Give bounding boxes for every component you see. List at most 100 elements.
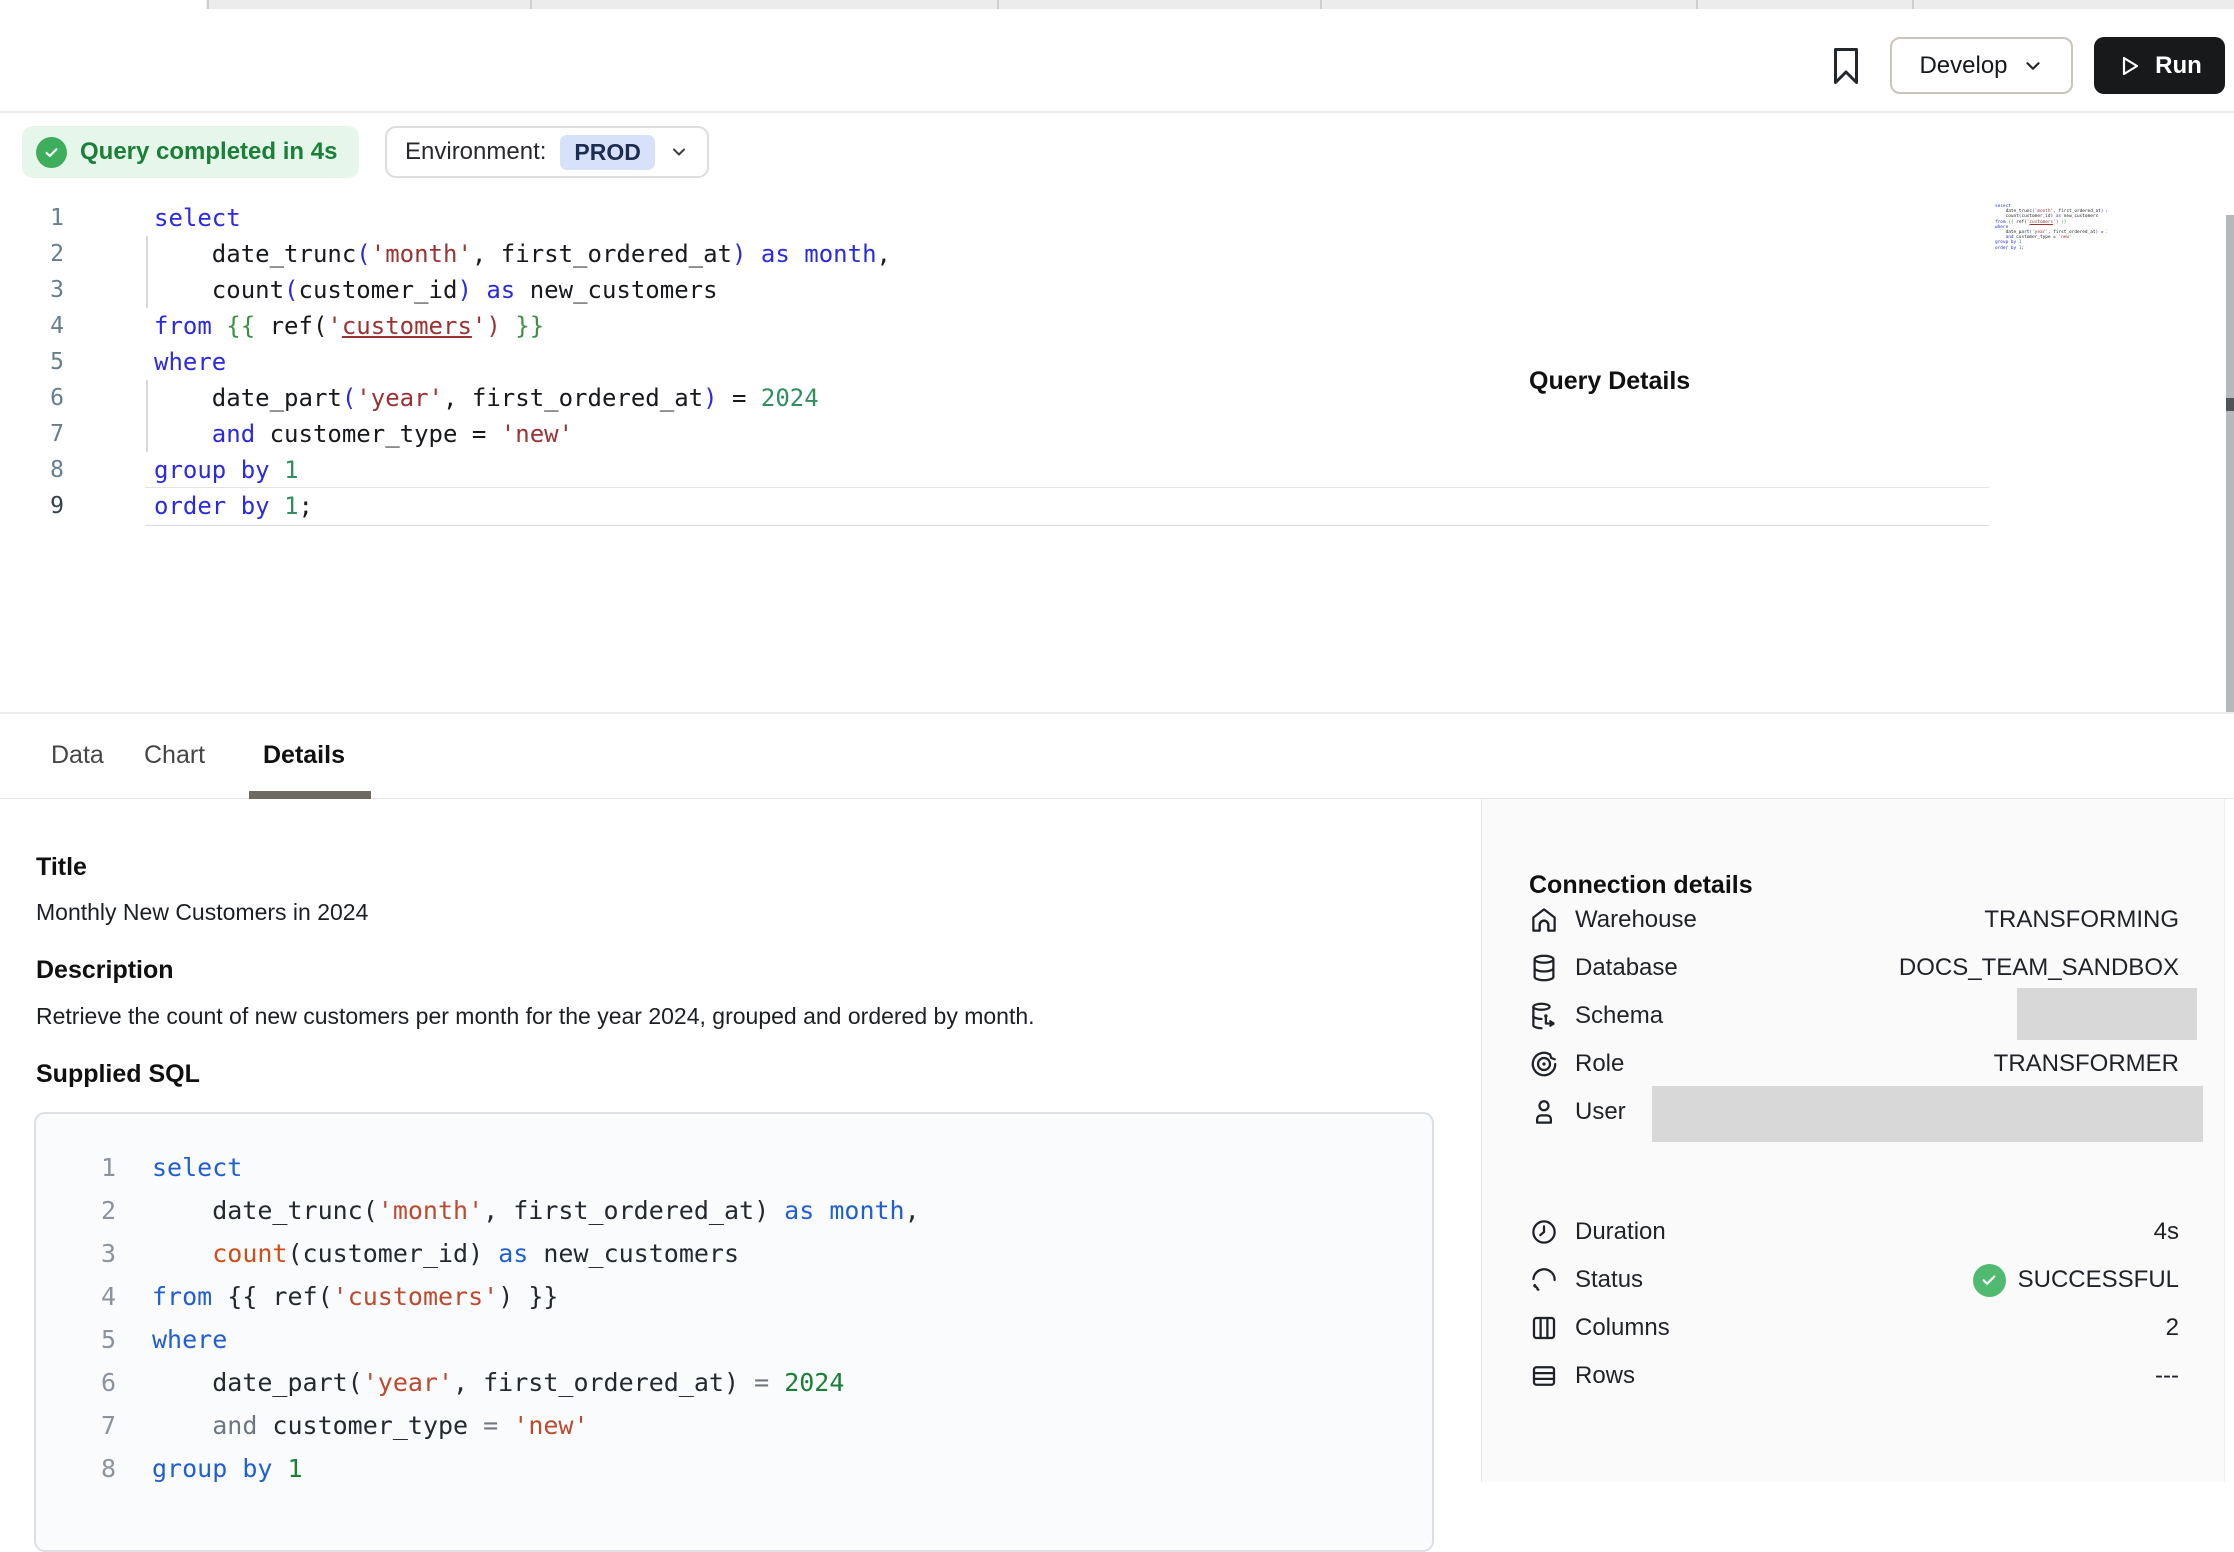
code-line[interactable]: 3 count(customer_id) as new_customers [0,272,1990,308]
code-line: 1select [70,1146,1432,1189]
environment-label: Environment: [405,138,546,166]
code-line[interactable]: 2 date_trunc('month', first_ordered_at) … [0,236,1990,272]
code-line: 9order by 1; [1995,246,2107,251]
line-number: 4 [70,1275,116,1318]
description-heading: Description [36,956,174,985]
row-label: Rows [1575,1362,1635,1390]
query-status-badge: Query completed in 4s [22,126,359,178]
supplied-sql-heading: Supplied SQL [36,1060,200,1089]
tab-separator [207,0,209,9]
environment-selector[interactable]: Environment: PROD [385,126,709,178]
schema-value-redacted [2017,988,2197,1040]
connection-row-database: Database DOCS_TEAM_SANDBOX [1529,944,2179,992]
run-button[interactable]: Run [2094,37,2225,94]
tab-separator [530,0,532,9]
tab-details[interactable]: Details [263,741,345,770]
line-number: 1 [70,1146,116,1189]
scrollbar-thumb[interactable] [2226,398,2234,411]
row-label: Duration [1575,1218,1666,1246]
details-side-panel: Connection details Warehouse TRANSFORMIN… [1481,799,2234,1482]
code-line: 3 count(customer_id) as new_customers [70,1232,1432,1275]
tab-data[interactable]: Data [51,741,104,770]
connection-row-role: Role TRANSFORMER [1529,1040,2179,1088]
line-number: 3 [0,272,64,308]
title-heading: Title [36,853,87,882]
code-line: 4from {{ ref('customers') }} [70,1275,1432,1318]
tab-chart[interactable]: Chart [144,741,205,770]
editor-minimap[interactable]: 1select2 date_trunc('month', first_order… [1995,204,2107,282]
row-label: User [1575,1098,1626,1126]
status-value: SUCCESSFUL [2018,1266,2179,1294]
line-number: 3 [70,1232,116,1275]
query-details-rows: Duration 4s Status SUCCESSFUL Columns [1529,1208,2179,1400]
row-value: 4s [2154,1218,2179,1246]
row-value: 2 [2166,1314,2179,1342]
line-number: 9 [0,488,64,524]
line-number: 5 [0,344,64,380]
code-line[interactable]: 4from {{ ref('customers') }} [0,308,1990,344]
code-line[interactable]: 5where [0,344,1990,380]
editor-scrollbar[interactable] [2226,215,2234,720]
bookmark-icon[interactable] [1828,45,1864,87]
role-icon [1529,1049,1559,1079]
develop-menu-button[interactable]: Develop [1890,37,2073,94]
code-line[interactable]: 1select [0,200,1990,236]
row-label: Status [1575,1266,1643,1294]
query-row-columns: Columns 2 [1529,1304,2179,1352]
code-line: 7 and customer_type = 'new' [70,1404,1432,1447]
code-line[interactable]: 6 date_part('year', first_ordered_at) = … [0,380,1990,416]
line-number: 4 [0,308,64,344]
play-icon [2117,54,2141,78]
row-label: Columns [1575,1314,1670,1342]
line-number: 8 [0,452,64,488]
results-tab-bar: Data Chart Details [0,712,2234,799]
row-label: Role [1575,1050,1624,1078]
code-line[interactable]: 9order by 1; [0,488,1990,524]
supplied-sql-code-block: 1select2 date_trunc('month', first_order… [34,1112,1434,1552]
code-line: 8group by 1 [70,1447,1432,1490]
active-tab-underline [249,791,371,799]
tab-separator [1696,0,1698,9]
title-value: Monthly New Customers in 2024 [36,899,368,926]
code-line: 2 date_trunc('month', first_ordered_at) … [70,1189,1432,1232]
query-row-status: Status SUCCESSFUL [1529,1256,2179,1304]
run-label: Run [2155,52,2202,80]
app-window: { "header": { "develop_label": "Develop"… [0,0,2234,1482]
line-number: 5 [70,1318,116,1361]
code-line: 6 date_part('year', first_ordered_at) = … [70,1361,1432,1404]
query-status-text: Query completed in 4s [80,138,337,166]
right-panel-scroll-gutter [2224,799,2234,1482]
rows-icon [1529,1361,1559,1391]
line-number: 2 [70,1189,116,1232]
row-value: --- [2155,1362,2179,1390]
line-number: 2 [0,236,64,272]
schema-icon [1529,1001,1559,1031]
line-number: 7 [0,416,64,452]
user-value-redacted [1652,1086,2203,1142]
line-number: 6 [70,1361,116,1404]
toolbar: Develop Run [0,9,2234,113]
row-value: TRANSFORMER [1994,1050,2179,1078]
row-label: Schema [1575,1002,1663,1030]
develop-label: Develop [1919,52,2007,80]
user-icon [1529,1097,1559,1127]
tab-separator [997,0,999,9]
sql-editor[interactable]: 1select2 date_trunc('month', first_order… [0,196,1990,716]
code-line[interactable]: 8group by 1 [0,452,1990,488]
database-icon [1529,953,1559,983]
line-number: 6 [0,380,64,416]
check-icon [36,137,67,168]
query-row-duration: Duration 4s [1529,1208,2179,1256]
line-number: 1 [0,200,64,236]
query-row-rows: Rows --- [1529,1352,2179,1400]
chevron-down-icon [669,142,689,162]
code-line[interactable]: 7 and customer_type = 'new' [0,416,1990,452]
warehouse-icon [1529,905,1559,935]
line-number: 8 [70,1447,116,1490]
tab-separator [1912,0,1914,9]
row-label: Warehouse [1575,906,1697,934]
code-line: 5where [70,1318,1432,1361]
tab-separator [1320,0,1322,9]
tab-strip-active-segment [0,0,206,9]
query-details-heading: Query Details [1529,367,1690,396]
